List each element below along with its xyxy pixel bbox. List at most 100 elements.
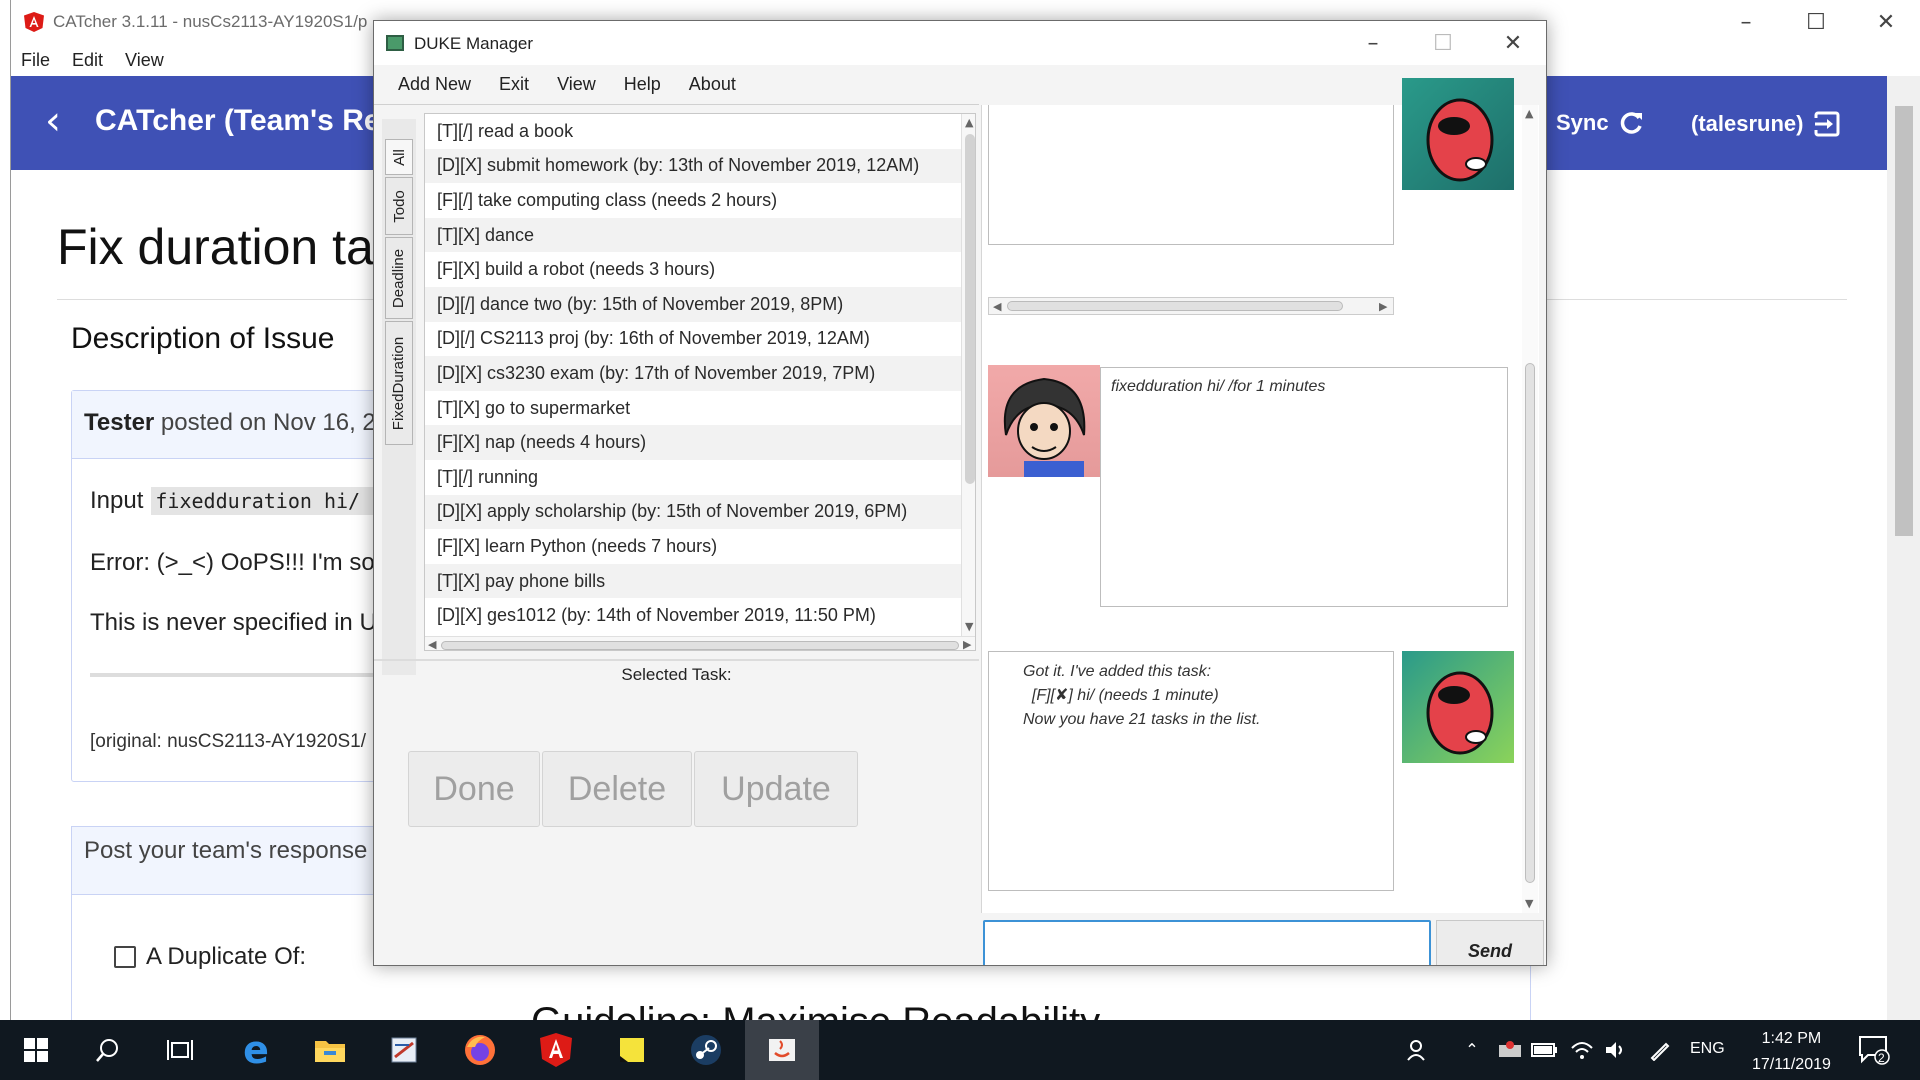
task-item[interactable]: [D][/] dance two (by: 15th of November 2… [425, 287, 961, 322]
task-item[interactable]: [T][X] pay phone bills [425, 563, 961, 599]
menu-view[interactable]: View [557, 74, 596, 95]
tab-all[interactable]: All [385, 139, 413, 175]
task-item[interactable]: [T][X] dance [425, 217, 961, 253]
catcher-scrollbar[interactable] [1887, 76, 1920, 1020]
task-item[interactable]: [D][X] apply scholarship (by: 15th of No… [425, 494, 961, 530]
duke-avatar [1402, 651, 1514, 763]
tab-todo[interactable]: Todo [385, 177, 413, 235]
task-list-vscrollbar[interactable]: ▲ ▼ [961, 114, 975, 636]
task-item[interactable]: [D][/] CS2113 proj (by: 16th of November… [425, 322, 961, 357]
task-view-icon[interactable] [160, 1030, 200, 1070]
author-name: Tester [84, 409, 155, 436]
menu-file[interactable]: File [21, 50, 50, 71]
input-language[interactable]: ENG [1690, 1040, 1725, 1058]
duplicate-checkbox[interactable]: A Duplicate Of: [114, 943, 306, 971]
duke-maximize-button[interactable]: ☐ [1408, 21, 1478, 65]
scroll-left-arrow-icon[interactable]: ◀ [428, 638, 436, 650]
selected-task-label: Selected Task: [621, 665, 732, 684]
tab-fixedduration[interactable]: FixedDuration [385, 321, 413, 445]
pen-icon[interactable] [1640, 1030, 1680, 1070]
bubble-hscrollbar[interactable]: ◀ ▶ [988, 297, 1394, 315]
send-button[interactable]: Send [1436, 920, 1544, 965]
catcher-minimize-button[interactable]: – [1711, 0, 1781, 44]
task-item[interactable]: [T][X] go to supermarket [425, 391, 961, 426]
catcher-maximize-button[interactable]: ☐ [1781, 0, 1851, 44]
tab-deadline[interactable]: Deadline [385, 237, 413, 319]
task-item[interactable]: [D][X] ges1012 (by: 14th of November 201… [425, 598, 961, 633]
card-divider [90, 673, 390, 677]
people-icon[interactable] [1398, 1030, 1438, 1070]
menu-edit[interactable]: Edit [72, 50, 103, 71]
duke-bird-icon [1426, 98, 1494, 182]
task-item[interactable]: [D][X] cs3230 exam (by: 17th of November… [425, 356, 961, 391]
duke-bird-icon [1426, 671, 1494, 755]
scroll-up-arrow-icon[interactable]: ▲ [1525, 107, 1533, 120]
bot-message-bubble: Got it. I've added this task: [F][✘] hi/… [988, 651, 1394, 891]
task-tabs: All Todo Deadline FixedDuration [382, 119, 416, 675]
back-arrow-icon[interactable]: ‹ [45, 98, 61, 144]
windows-start-icon[interactable] [16, 1030, 56, 1070]
sticky-notes-icon[interactable] [612, 1030, 652, 1070]
scroll-down-arrow-icon[interactable]: ▼ [1525, 897, 1533, 910]
task-list[interactable]: [T][/] read a book [D][X] submit homewor… [424, 113, 976, 651]
duke-close-button[interactable]: ✕ [1478, 21, 1546, 65]
scroll-left-arrow-icon[interactable]: ◀ [993, 300, 1001, 313]
user-cartoon-icon [1003, 377, 1086, 477]
bot-line-2: [F][✘] hi/ (needs 1 minute) [1023, 687, 1219, 704]
angular-app-icon[interactable] [536, 1030, 576, 1070]
clock[interactable]: 1:42 PM 17/11/2019 [1752, 1026, 1831, 1078]
chat-vscroll-thumb[interactable] [1525, 363, 1535, 883]
menu-add-new[interactable]: Add New [398, 74, 471, 95]
java-app-icon[interactable] [762, 1030, 802, 1070]
battery-icon[interactable] [1524, 1030, 1564, 1070]
snipping-tool-icon[interactable] [384, 1030, 424, 1070]
command-input[interactable] [983, 920, 1431, 965]
bubble-hscroll-thumb[interactable] [1007, 301, 1343, 311]
bot-line-1: Got it. I've added this task: [1023, 663, 1212, 680]
task-item[interactable]: [T][/] running [425, 460, 961, 495]
firefox-icon[interactable] [460, 1030, 500, 1070]
task-item[interactable]: [F][/] take computing class (needs 2 hou… [425, 183, 961, 218]
task-item[interactable]: [F][X] build a robot (needs 3 hours) [425, 252, 961, 287]
scroll-right-arrow-icon[interactable]: ▶ [963, 638, 971, 650]
posted-date: posted on Nov 16, 2 [154, 409, 376, 436]
task-item[interactable]: [F][X] nap (needs 4 hours) [425, 425, 961, 460]
task-item[interactable]: [D][X] submit homework (by: 13th of Nove… [425, 148, 961, 184]
task-list-vscroll-thumb[interactable] [965, 134, 975, 484]
chat-area[interactable]: ◀ ▶ fixedduration hi/ /for 1 minutes Got… [981, 78, 1539, 913]
logout-button[interactable]: (talesrune) [1691, 110, 1841, 138]
show-hidden-icons-chevron-icon[interactable]: ⌃ [1452, 1030, 1492, 1070]
menu-view[interactable]: View [125, 50, 164, 71]
menu-exit[interactable]: Exit [499, 74, 529, 95]
catcher-scrollbar-thumb[interactable] [1895, 106, 1913, 536]
scroll-up-arrow-icon[interactable]: ▲ [965, 116, 973, 129]
sync-button[interactable]: Sync [1556, 110, 1645, 136]
chat-vscrollbar[interactable]: ▲ ▼ [1522, 105, 1538, 913]
user-message-text: fixedduration hi/ /for 1 minutes [1111, 378, 1326, 395]
edge-browser-icon[interactable]: e [236, 1028, 276, 1072]
original-text: [original: nusCS2113-AY1920S1/ [90, 731, 367, 752]
menu-help[interactable]: Help [624, 74, 661, 95]
scroll-right-arrow-icon[interactable]: ▶ [1379, 300, 1387, 313]
task-list-hscroll-thumb[interactable] [441, 641, 959, 650]
input-label: Input [90, 487, 144, 514]
volume-icon[interactable] [1596, 1030, 1636, 1070]
catcher-close-button[interactable]: ✕ [1851, 0, 1920, 44]
menu-about[interactable]: About [689, 74, 736, 95]
duke-titlebar: DUKE Manager – ☐ ✕ [374, 21, 1546, 65]
file-explorer-icon[interactable] [310, 1030, 350, 1070]
update-button[interactable]: Update [694, 751, 858, 827]
tab-all-label: All [390, 148, 408, 166]
scroll-down-arrow-icon[interactable]: ▼ [965, 620, 973, 633]
task-item[interactable]: [T][/] read a book [425, 114, 961, 149]
checkbox-box[interactable] [114, 946, 136, 968]
task-list-hscrollbar[interactable]: ◀ ▶ [425, 636, 975, 650]
refresh-icon [1620, 112, 1642, 134]
steam-icon[interactable] [686, 1030, 726, 1070]
task-item[interactable]: [F][X] learn Python (needs 7 hours) [425, 529, 961, 564]
done-button[interactable]: Done [408, 751, 540, 827]
delete-button[interactable]: Delete [542, 751, 692, 827]
notification-center-icon[interactable]: 2 [1854, 1030, 1894, 1070]
search-icon[interactable] [88, 1030, 128, 1070]
duke-minimize-button[interactable]: – [1338, 21, 1408, 65]
